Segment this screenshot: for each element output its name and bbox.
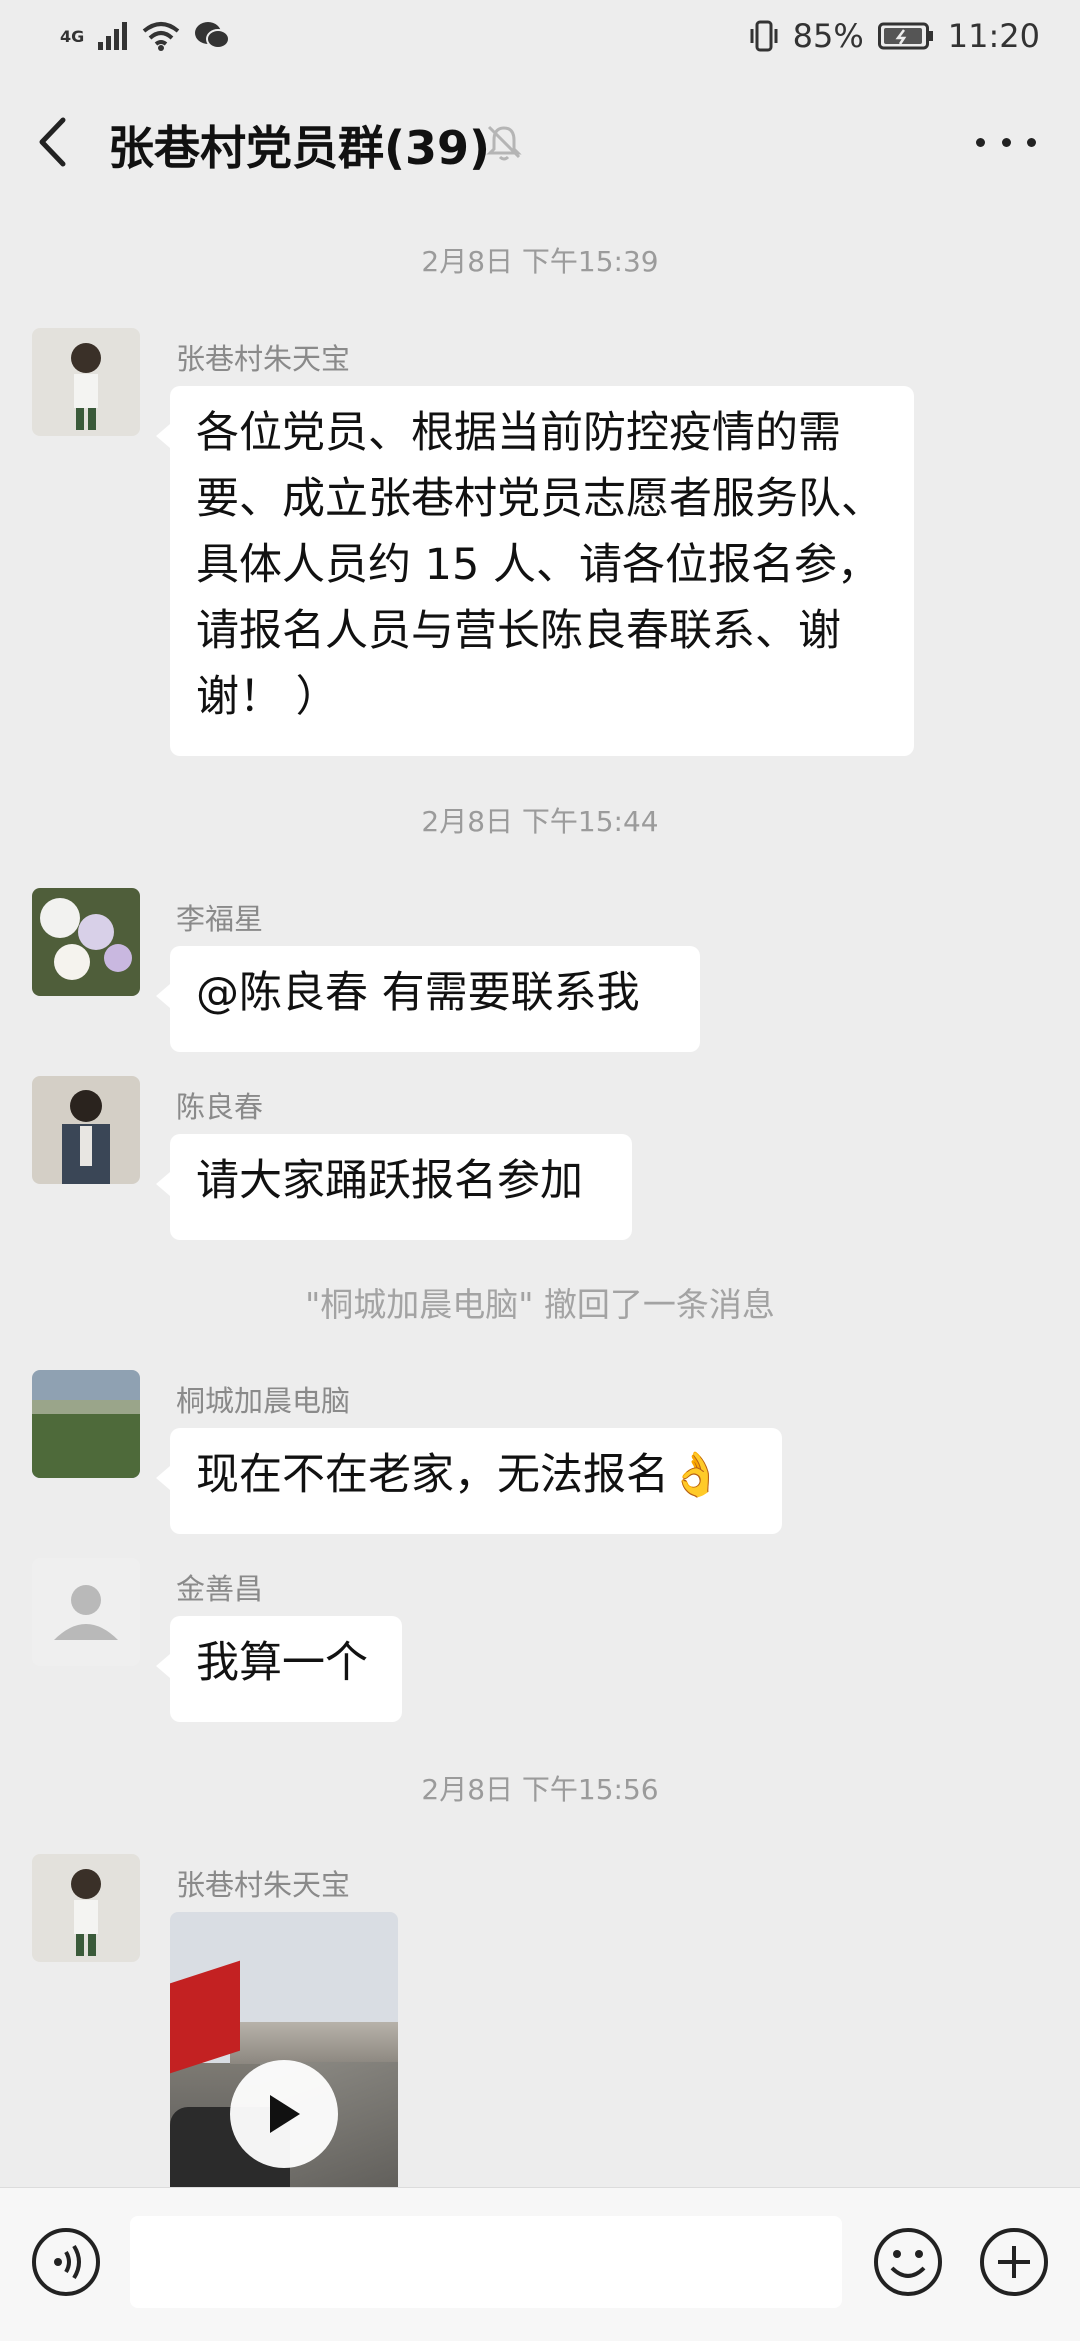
ok-hand-emoji: 👌 xyxy=(669,1450,723,1500)
video-message[interactable] xyxy=(170,1912,398,2187)
timestamp: 2月8日 下午15:39 xyxy=(421,245,659,278)
avatar-image xyxy=(32,1076,140,1184)
avatar[interactable] xyxy=(32,328,140,436)
wifi-icon xyxy=(142,22,180,51)
video-thumbnail-building xyxy=(230,2022,398,2064)
chat-header: 张巷村党员群(39) xyxy=(0,72,1080,212)
avatar[interactable] xyxy=(32,1076,140,1184)
message-bubble[interactable]: @陈良春 有需要联系我 xyxy=(156,946,700,1052)
avatar[interactable] xyxy=(32,1558,140,1666)
more-dot xyxy=(1027,137,1036,147)
back-button[interactable] xyxy=(30,110,74,174)
more-dot xyxy=(1001,137,1011,147)
message-input[interactable] xyxy=(130,2216,842,2308)
avatar-image xyxy=(32,1370,140,1478)
message-bubble[interactable]: 我算一个 xyxy=(156,1616,402,1722)
emoji-icon[interactable] xyxy=(872,2226,944,2298)
chevron-left-icon xyxy=(39,117,66,167)
signal-icon xyxy=(98,22,128,50)
default-avatar-icon xyxy=(32,1558,140,1666)
network-type: 4G xyxy=(60,26,85,46)
sender-name: 李福星 xyxy=(176,902,264,936)
message-line: 请报名人员与营长陈良春联系、谢 xyxy=(196,606,841,656)
play-button[interactable] xyxy=(230,2060,338,2168)
sender-name: 张巷村朱天宝 xyxy=(176,1868,351,1902)
timestamp: 2月8日 下午15:44 xyxy=(421,805,659,838)
message-line: @陈良春 有需要联系我 xyxy=(196,968,640,1018)
voice-icon[interactable] xyxy=(30,2226,102,2298)
avatar-image xyxy=(32,328,140,436)
message-line: 请大家踊跃报名参加 xyxy=(196,1156,583,1206)
sender-name: 桐城加晨电脑 xyxy=(176,1384,351,1418)
more-dot xyxy=(976,137,985,147)
message-line: 现在不在老家，无法报名 xyxy=(196,1450,669,1500)
status-bar-left: 4G xyxy=(60,21,231,51)
timestamp: 2月8日 下午15:56 xyxy=(421,1773,659,1806)
message-bubble[interactable]: 现在不在老家，无法报名👌 xyxy=(156,1428,782,1534)
clock: 11:20 xyxy=(947,17,1040,55)
message-line: 谢！ ） xyxy=(196,672,339,722)
message-line: 我算一个 xyxy=(196,1638,368,1688)
status-bar: 4G 85% 11:20 xyxy=(0,0,1080,72)
plus-icon[interactable] xyxy=(978,2226,1050,2298)
input-bar xyxy=(0,2187,1080,2341)
status-bar-right: 85% 11:20 xyxy=(749,17,1040,55)
message-line: 具体人员约 15 人、请各位报名参， xyxy=(196,540,881,590)
message-line: 各位党员、根据当前防控疫情的需 xyxy=(196,408,841,458)
avatar[interactable] xyxy=(32,1854,140,1962)
chat-messages[interactable]: 2月8日 下午15:39 张巷村朱天宝 各位党员、根据当前防控疫情的需 要、成立… xyxy=(0,212,1080,2187)
battery-percent: 85% xyxy=(792,17,864,55)
sender-name: 陈良春 xyxy=(176,1090,264,1124)
battery-icon xyxy=(877,22,933,50)
wechat-icon xyxy=(195,22,231,49)
message-line: 要、成立张巷村党员志愿者服务队、 xyxy=(196,474,884,524)
sender-name: 张巷村朱天宝 xyxy=(176,342,351,376)
muted-bell-icon xyxy=(486,125,522,161)
sender-name: 金善昌 xyxy=(176,1572,264,1606)
avatar-image xyxy=(32,888,140,996)
message-bubble[interactable]: 各位党员、根据当前防控疫情的需 要、成立张巷村党员志愿者服务队、 具体人员约 1… xyxy=(156,386,914,756)
chat-title: 张巷村党员群(39) xyxy=(108,121,491,175)
more-button[interactable] xyxy=(976,122,1036,162)
avatar[interactable] xyxy=(32,888,140,996)
avatar-image xyxy=(32,1854,140,1962)
avatar[interactable] xyxy=(32,1370,140,1478)
message-bubble[interactable]: 请大家踊跃报名参加 xyxy=(156,1134,632,1240)
play-icon xyxy=(270,2095,300,2133)
system-message: "桐城加晨电脑" 撤回了一条消息 xyxy=(305,1285,775,1324)
vibrate-icon xyxy=(750,20,778,52)
